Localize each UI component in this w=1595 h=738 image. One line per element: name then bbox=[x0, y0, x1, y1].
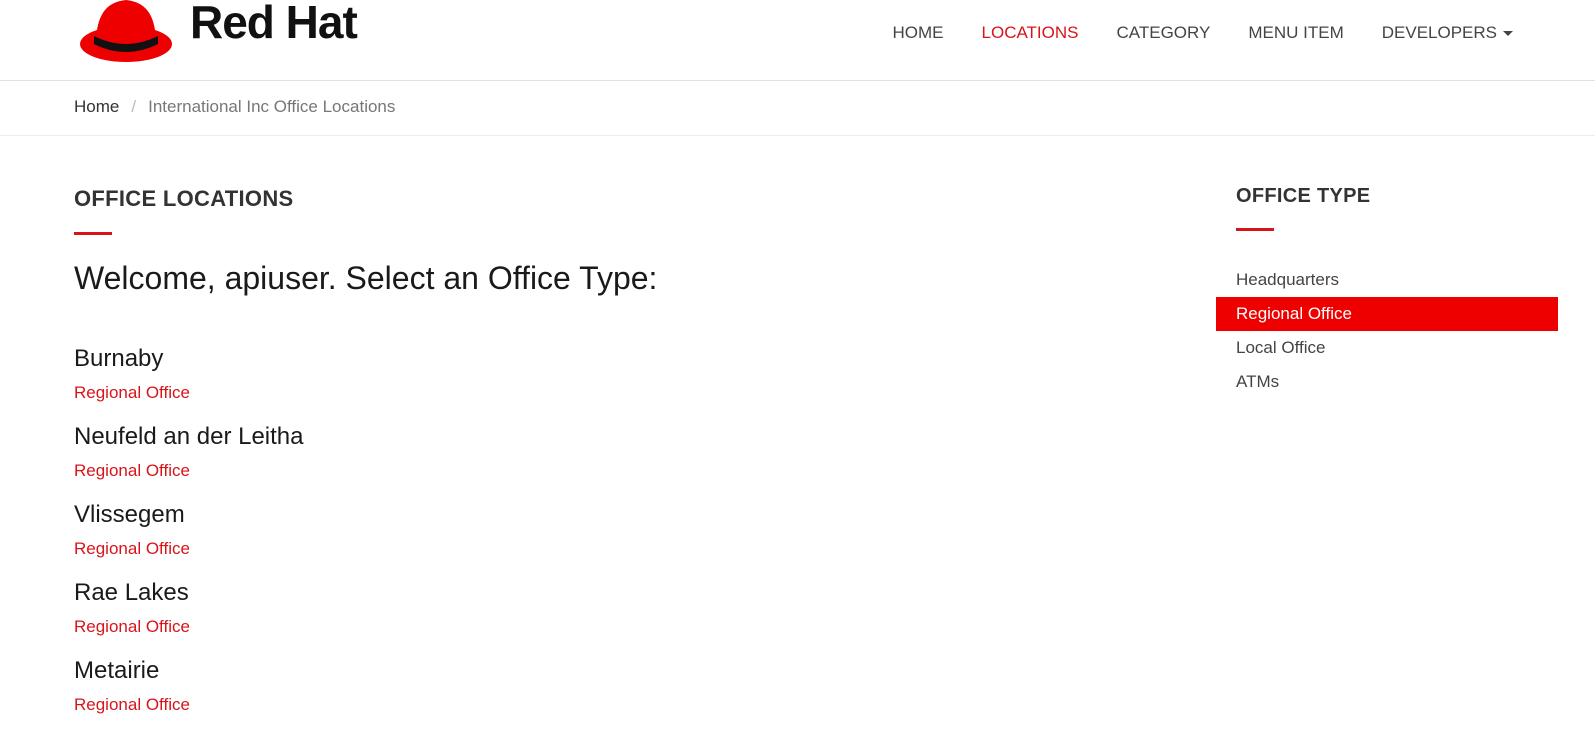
nav-developers-label: DEVELOPERS bbox=[1381, 23, 1497, 42]
welcome-heading: Welcome, apiuser. Select an Office Type: bbox=[74, 260, 658, 296]
brand-name: Red Hat bbox=[190, 0, 358, 48]
location-type-link[interactable]: Regional Office bbox=[74, 694, 874, 716]
location-name: Vlissegem bbox=[74, 501, 185, 528]
location-name: Metairie bbox=[74, 657, 160, 684]
sidebar-title: OFFICE TYPE bbox=[1236, 185, 1371, 207]
sidebar-title-underline bbox=[1236, 228, 1274, 231]
location-name: Neufeld an der Leitha bbox=[74, 423, 304, 450]
location-item: Vlissegem Regional Office bbox=[74, 498, 874, 576]
breadcrumb-current: International Inc Office Locations bbox=[148, 97, 396, 116]
location-type-link[interactable]: Regional Office bbox=[74, 382, 874, 404]
location-item: Rae Lakes Regional Office bbox=[74, 576, 874, 654]
location-type-link[interactable]: Regional Office bbox=[74, 616, 874, 638]
breadcrumb-bar: Home / International Inc Office Location… bbox=[0, 81, 1595, 136]
nav-menu-item[interactable]: MENU ITEM bbox=[1248, 18, 1343, 48]
nav-home[interactable]: HOME bbox=[893, 18, 944, 48]
breadcrumb-separator: / bbox=[131, 97, 137, 116]
caret-down-icon bbox=[1503, 30, 1513, 36]
breadcrumb-home-link[interactable]: Home bbox=[74, 97, 119, 117]
location-item: Neufeld an der Leitha Regional Office bbox=[74, 420, 874, 498]
nav-locations[interactable]: LOCATIONS bbox=[982, 18, 1079, 48]
office-type-headquarters[interactable]: Headquarters bbox=[1216, 263, 1558, 297]
nav-category[interactable]: CATEGORY bbox=[1117, 18, 1211, 48]
location-name: Rae Lakes bbox=[74, 579, 189, 606]
location-item: Metairie Regional Office bbox=[74, 654, 874, 732]
section-title: OFFICE LOCATIONS bbox=[74, 186, 294, 211]
office-type-list: Headquarters Regional Office Local Offic… bbox=[1216, 263, 1558, 399]
site-header: Red Hat HOME LOCATIONS CATEGORY MENU ITE… bbox=[0, 0, 1595, 81]
office-type-regional-office[interactable]: Regional Office bbox=[1216, 297, 1558, 331]
main-nav: HOME LOCATIONS CATEGORY MENU ITEM DEVELO… bbox=[893, 18, 1513, 48]
office-type-atms[interactable]: ATMs bbox=[1216, 365, 1558, 399]
brand-logo[interactable]: Red Hat bbox=[78, 0, 398, 72]
location-type-link[interactable]: Regional Office bbox=[74, 538, 874, 560]
location-type-link[interactable]: Regional Office bbox=[74, 460, 874, 482]
redhat-fedora-icon bbox=[80, 0, 172, 62]
location-item: Burnaby Regional Office bbox=[74, 342, 874, 420]
section-title-underline bbox=[74, 232, 112, 235]
office-type-local-office[interactable]: Local Office bbox=[1216, 331, 1558, 365]
location-name: Burnaby bbox=[74, 345, 164, 372]
breadcrumb: Home / International Inc Office Location… bbox=[74, 97, 395, 117]
nav-developers[interactable]: DEVELOPERS bbox=[1382, 18, 1513, 48]
location-list: Burnaby Regional Office Neufeld an der L… bbox=[74, 342, 874, 732]
